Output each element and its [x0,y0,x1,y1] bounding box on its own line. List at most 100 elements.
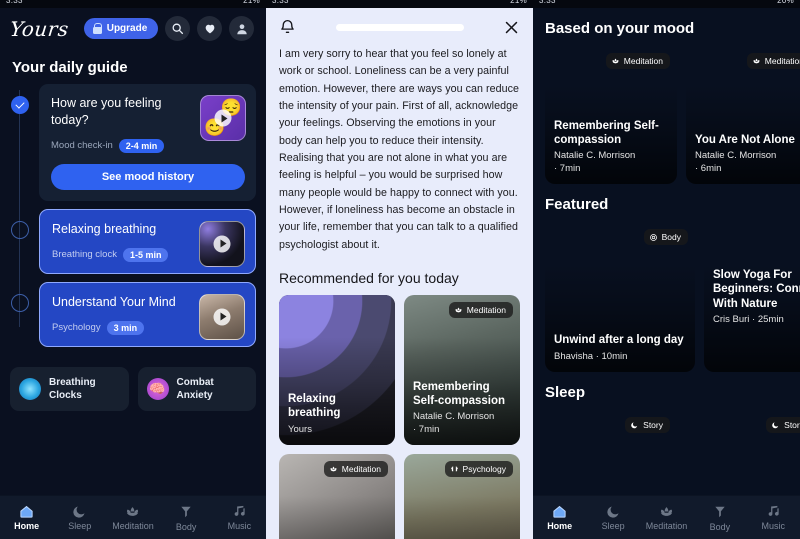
nav-label-home: Home [14,521,40,531]
progress-pill [335,23,464,31]
category-badge: Story [625,417,670,433]
badge-label: Story [784,420,800,430]
recommended-grid: Relaxing breathing Yours Meditation Reme… [279,294,520,539]
section-title-sleep: Sleep [545,384,586,401]
card-text: Remembering Self-compassion Natalie C. M… [554,119,668,175]
home-icon [20,505,33,518]
badge-label: Story [643,420,663,430]
tile-anxiety-label: Combat Anxiety [177,376,214,402]
lock-icon [92,23,103,34]
mind-thumbnail [199,293,245,340]
play-icon [213,308,231,326]
nav-item-home[interactable]: Home [0,504,53,531]
nav-item-meditation[interactable]: Meditation [106,504,159,531]
moon-icon [73,506,85,518]
recommended-card[interactable]: Meditation Remembering Self-compassion N… [404,294,520,445]
card-author: Natalie C. Morrison [695,150,777,162]
content-card[interactable]: Body Unwind after a long day Bhavisha · … [545,222,695,372]
see-mood-history-button[interactable]: See mood history [51,163,245,190]
heart-icon [205,24,215,34]
nav-item-sleep[interactable]: Sleep [53,504,106,531]
step-bullet-icon [11,220,29,239]
nav-item-home[interactable]: Home [533,504,586,531]
content-card[interactable]: Story [686,410,800,500]
status-bar: 3:33 21% [266,0,533,8]
nav-item-body[interactable]: Body [160,504,213,532]
favorites-button[interactable] [197,16,223,41]
content-card[interactable]: Story [545,410,677,500]
mind-card-category: Psychology [52,322,101,333]
card-author: Bhavisha · 10min [554,350,628,362]
lotus-icon [753,58,760,64]
section-title-featured: Featured [545,196,609,213]
upgrade-button[interactable]: Upgrade [83,18,159,39]
tile-anxiety-line1: Combat [176,376,214,388]
status-time: 3:33 [6,0,23,5]
content-card[interactable]: Meditation You Are Not Alone Natalie C. … [686,46,800,184]
guide-item-mind[interactable]: Understand Your Mind Psychology 3 min [10,281,256,347]
mood-thumbnail: 😔 😊 [200,95,246,141]
badge-label: Psychology [462,463,506,474]
lotus-icon [660,507,673,516]
head-brain-icon: 🧠 [146,377,169,400]
mood-card-category: Mood check-in [51,140,113,152]
card-author: Yours [288,423,312,435]
message-body: I am very sorry to hear that you feel so… [266,42,533,539]
search-icon [172,23,184,35]
nav-item-sleep[interactable]: Sleep [586,504,639,531]
card-duration: · 7min [554,162,581,174]
tile-combat-anxiety[interactable]: 🧠 Combat Anxiety [137,366,256,411]
guide-item-breathing[interactable]: Relaxing breathing Breathing clock 1-5 m… [10,208,256,274]
status-battery: 21% [243,0,260,5]
nav-label-sleep: Sleep [68,521,92,531]
nav-label-sleep: Sleep [601,521,625,531]
bottom-nav: Home Sleep Meditation Body Music [0,495,266,539]
status-time: 3:33 [539,0,556,5]
badge-label: Meditation [341,463,381,474]
card-text: You Are Not Alone Natalie C. Morrison · … [695,133,800,175]
mood-card[interactable]: How are you feeling today? Mood check-in… [39,84,256,201]
category-badge: Psychology [444,460,513,477]
category-badge: Meditation [605,53,670,69]
body-icon [715,506,725,517]
message-header [266,8,533,42]
status-bar: 3:33 21% [0,0,266,8]
bell-icon[interactable] [279,18,296,36]
body-icon [649,233,657,241]
breathing-card-title: Relaxing breathing [52,221,157,236]
moon-icon [631,422,638,429]
sleep-card-row: Story Story [533,410,800,500]
nav-item-music[interactable]: Music [213,504,266,531]
lotus-icon [127,507,139,516]
nav-item-meditation[interactable]: Meditation [640,504,693,531]
tile-breathing-clocks[interactable]: Breathing Clocks [10,366,129,411]
recommended-card[interactable]: Meditation You Are Not Alone Natalie C. … [279,453,395,539]
music-note-icon [768,505,779,516]
card-author: Natalie C. Morrison [554,150,636,162]
nav-item-body[interactable]: Body [693,504,746,532]
card-text: Unwind after a long day Bhavisha · 10min [554,333,686,363]
search-button[interactable] [165,16,191,41]
profile-button[interactable] [229,16,255,41]
card-title: Relaxing breathing [288,392,341,420]
mind-card[interactable]: Understand Your Mind Psychology 3 min [39,281,256,347]
breathing-card-category: Breathing clock [52,249,117,261]
mood-card-duration: 2-4 min [118,138,165,153]
breathing-circle-icon [19,377,41,400]
content-card[interactable]: Body Slow Yoga For Beginners: Connecting… [704,222,800,372]
mind-card-duration: 3 min [106,320,145,335]
guide-item-mood[interactable]: How are you feeling today? Mood check-in… [10,84,256,201]
content-card[interactable]: Meditation Remembering Self-compassion N… [545,46,677,184]
close-icon[interactable] [503,19,520,36]
card-text: Remembering Self-compassion Natalie C. M… [413,380,511,436]
nav-item-music[interactable]: Music [747,504,800,531]
breathing-card[interactable]: Relaxing breathing Breathing clock 1-5 m… [39,208,256,274]
lotus-icon [330,466,337,472]
brain-icon [450,466,458,472]
recommended-card[interactable]: Psychology How To Deal With Social Anxie… [404,453,520,539]
tile-anxiety-line2: Anxiety [176,389,213,401]
category-badge: Meditation [746,53,800,69]
nav-label-meditation: Meditation [645,521,688,531]
recommended-card[interactable]: Relaxing breathing Yours [279,294,395,445]
badge-label: Meditation [623,56,663,66]
